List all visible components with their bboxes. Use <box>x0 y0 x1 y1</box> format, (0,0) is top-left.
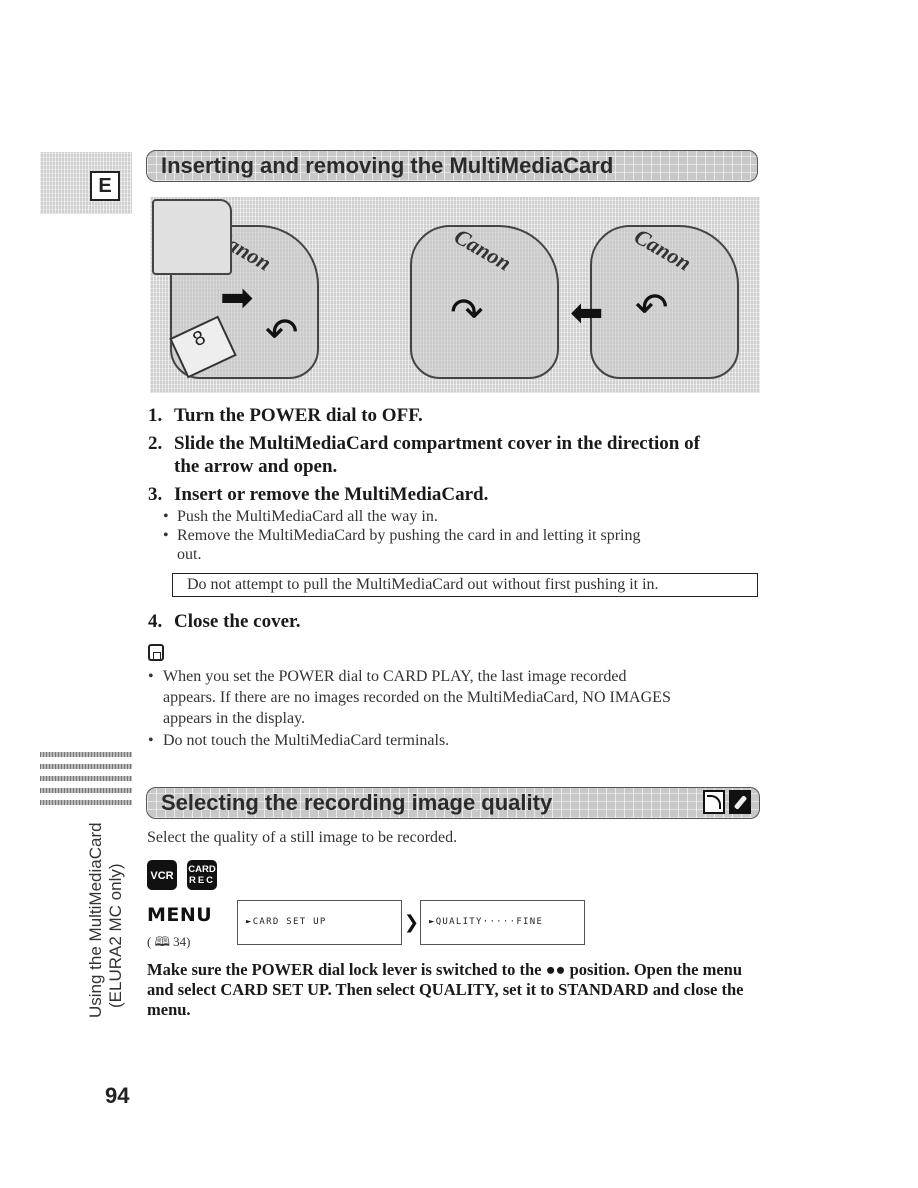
badge-line: CARD <box>188 864 216 875</box>
camera-mode-icon <box>703 790 725 814</box>
bullet: • <box>163 508 169 525</box>
memo-icon <box>148 644 164 661</box>
page-number: 94 <box>105 1083 130 1108</box>
caution-box: Do not attempt to pull the MultiMediaCar… <box>172 573 758 597</box>
step-2-continued: the arrow and open. <box>174 456 338 477</box>
menu-label: MENU <box>147 904 213 926</box>
bullet: • <box>148 668 154 685</box>
badge-line: REC <box>188 875 216 886</box>
note-continued: appears in the display. <box>163 710 306 727</box>
illustration-panel-remove: Canon ⬅ ↶ <box>570 223 740 385</box>
cover-open-arrow-icon: ↶ <box>265 310 299 356</box>
chapter-title-vertical: Using the MultiMediaCard (ELURA2 MC only… <box>86 822 126 1018</box>
mode-icons <box>703 790 751 814</box>
bullet: • <box>148 732 154 749</box>
step-number: 4. <box>148 611 163 632</box>
note-bullet: • When you set the POWER dial to CARD PLA… <box>148 666 626 687</box>
cover-arrow-icon: ↷ <box>450 290 484 336</box>
section-intro: Select the quality of a still image to b… <box>147 829 458 846</box>
card-rec-mode-badge: CARD REC <box>187 860 217 890</box>
step3-bullet: • Push the MultiMediaCard all the way in. <box>163 508 438 526</box>
step-3: 3. Insert or remove the MultiMediaCard. <box>148 484 488 506</box>
step-number: 3. <box>148 484 163 505</box>
note-bullet: • Do not touch the MultiMediaCard termina… <box>148 730 449 751</box>
illustration-panel-open: Canon ↷ <box>390 223 560 385</box>
section-header-quality: Selecting the recording image quality <box>146 787 760 819</box>
camcorder-drawing: Canon <box>410 223 559 379</box>
card-mode-icon <box>729 790 751 814</box>
step-text: Insert or remove the MultiMediaCard. <box>174 484 489 505</box>
chapter-marker <box>40 752 132 812</box>
step-4: 4. Close the cover. <box>148 611 300 633</box>
note-text: When you set the POWER dial to CARD PLAY… <box>163 668 627 685</box>
step-text: Turn the POWER dial to OFF. <box>174 405 423 426</box>
insert-arrow-icon: ➡ <box>220 275 254 321</box>
detail-inset <box>152 199 232 275</box>
note-text: Do not touch the MultiMediaCard terminal… <box>163 732 450 749</box>
step-text: Close the cover. <box>174 611 301 632</box>
brand-logo: Canon <box>450 223 516 276</box>
cover-open-arrow-icon: ↶ <box>635 285 669 331</box>
step-text: Slide the MultiMediaCard compartment cov… <box>174 433 700 454</box>
section-header-inserting: Inserting and removing the MultiMediaCar… <box>146 150 758 182</box>
bullet-text: Remove the MultiMediaCard by pushing the… <box>177 527 641 544</box>
menu-screen-card-setup: ►CARD SET UP <box>237 900 402 945</box>
step-number: 1. <box>148 405 163 426</box>
step-1: 1. Turn the POWER dial to OFF. <box>148 405 423 427</box>
step-2: 2. Slide the MultiMediaCard compartment c… <box>148 433 700 455</box>
note-continued: appears. If there are no images recorded… <box>163 689 671 706</box>
next-step-arrow-icon: ❯ <box>404 912 420 933</box>
vcr-mode-badge: VCR <box>147 860 177 890</box>
step-number: 2. <box>148 433 163 454</box>
bullet-text: Push the MultiMediaCard all the way in. <box>177 508 438 525</box>
menu-screen-quality: ►QUALITY·····FINE <box>420 900 585 945</box>
instruction-text: Make sure the POWER dial lock lever is s… <box>147 960 744 1019</box>
page-reference: ( 🕮 34) <box>147 934 191 949</box>
step3-bullet: • Remove the MultiMediaCard by pushing th… <box>163 527 640 545</box>
step3-bullet-continued: out. <box>177 546 202 563</box>
eject-arrow-icon: ⬅ <box>570 290 604 336</box>
section-title: Selecting the recording image quality <box>161 790 553 815</box>
section-title: Inserting and removing the MultiMediaCar… <box>161 153 614 178</box>
language-letter: E <box>90 171 120 201</box>
brand-logo: Canon <box>630 223 696 276</box>
bullet: • <box>163 527 169 544</box>
chapter-title-line1: Using the MultiMediaCard <box>86 822 105 1018</box>
camera-illustration: Canon ➡ ↶ 8 Canon ↷ Canon ⬅ ↶ <box>150 197 760 393</box>
chapter-title-line2: (ELURA2 MC only) <box>106 863 125 1008</box>
